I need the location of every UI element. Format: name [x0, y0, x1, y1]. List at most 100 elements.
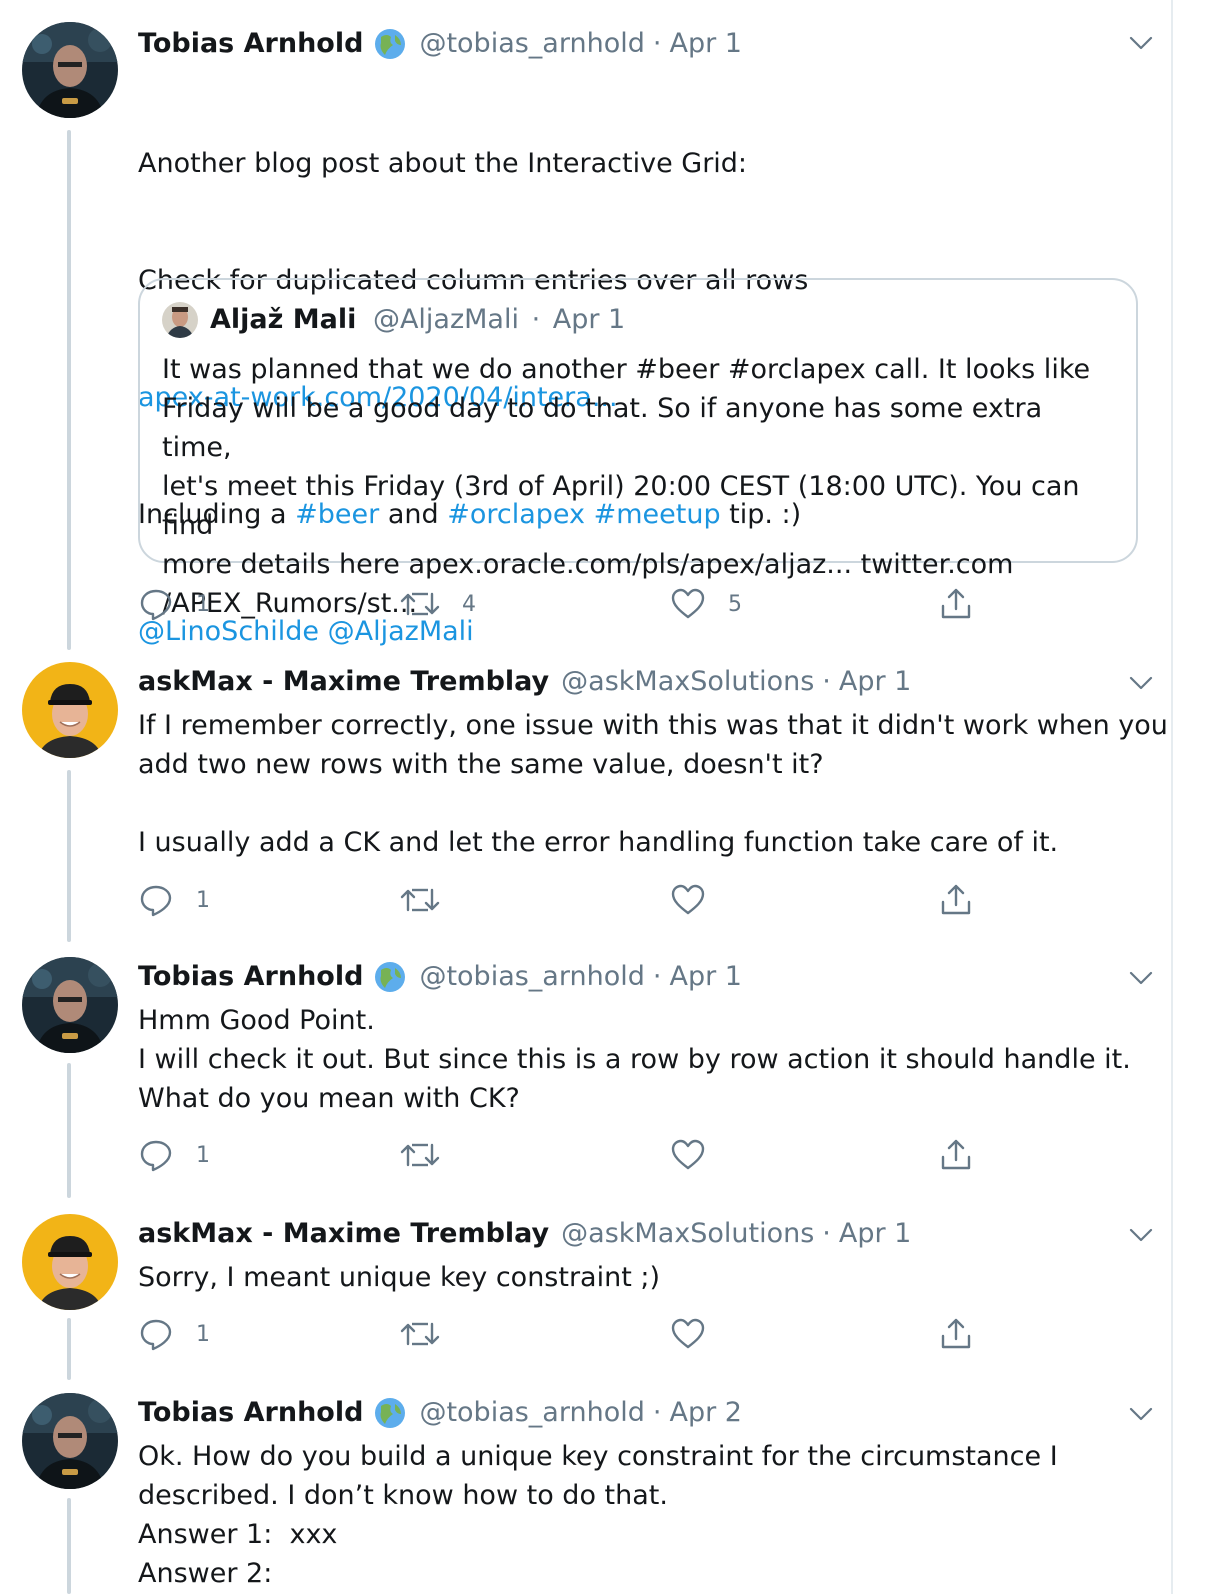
display-name[interactable]: askMax - Maxime Tremblay — [138, 662, 549, 702]
avatar[interactable] — [22, 1393, 118, 1489]
tweet[interactable]: askMax - Maxime Tremblay @askMaxSolution… — [0, 1214, 1170, 1359]
user-handle[interactable]: @tobias_arnhold — [419, 1393, 644, 1433]
avatar[interactable] — [22, 1214, 118, 1310]
retweet-count: 4 — [462, 591, 476, 617]
globe-emoji-icon — [373, 27, 407, 61]
chevron-down-icon[interactable] — [1128, 965, 1154, 991]
like-button[interactable] — [670, 1135, 706, 1175]
globe-emoji-icon — [373, 960, 407, 994]
reply-count: 1 — [196, 1321, 210, 1347]
heart-icon — [671, 588, 705, 619]
share-button[interactable] — [938, 1135, 974, 1175]
reply-icon — [140, 589, 172, 621]
avatar[interactable] — [22, 22, 118, 118]
user-handle[interactable]: @askMaxSolutions — [561, 1214, 814, 1254]
globe-emoji-icon — [373, 1396, 407, 1430]
quoted-handle: @AljazMali — [372, 304, 519, 335]
retweet-icon — [400, 592, 440, 616]
separator-dot: · — [822, 666, 831, 697]
display-name[interactable]: Tobias Arnhold — [138, 957, 363, 997]
share-icon — [941, 1318, 971, 1349]
tweet-header: askMax - Maxime Tremblay @askMaxSolution… — [138, 1214, 911, 1254]
avatar[interactable] — [22, 957, 118, 1053]
tweet-date[interactable]: Apr 1 — [669, 957, 741, 997]
tweet-text: Sorry, I meant unique key constraint ;) — [138, 1262, 661, 1293]
reply-count: 1 — [196, 1142, 210, 1168]
tweet-date[interactable]: Apr 1 — [839, 662, 911, 702]
separator-dot: · — [822, 1218, 831, 1249]
share-button[interactable] — [938, 584, 974, 624]
like-button[interactable] — [670, 1314, 706, 1354]
tweet-header: Tobias Arnhold @tobias_arnhold · Apr 2 — [138, 1393, 742, 1433]
reply-button[interactable]: 1 — [138, 880, 210, 920]
display-name[interactable]: Tobias Arnhold — [138, 1393, 363, 1433]
chevron-down-icon[interactable] — [1128, 1401, 1154, 1427]
tweet-text: Hmm Good Point. I will check it out. But… — [138, 1005, 1131, 1114]
tweet[interactable]: Tobias Arnhold @tobias_arnhold · Apr 1 A… — [0, 22, 1170, 647]
quoted-text: It was planned that we do another #beer … — [162, 354, 1091, 619]
heart-icon — [671, 1139, 705, 1170]
retweet-icon — [400, 1322, 440, 1346]
timeline-right-border — [1171, 0, 1173, 1594]
retweet-button[interactable] — [400, 1314, 440, 1354]
display-name[interactable]: askMax - Maxime Tremblay — [138, 1214, 549, 1254]
chevron-down-icon[interactable] — [1128, 30, 1154, 56]
like-button[interactable] — [670, 880, 706, 920]
separator-dot: · — [531, 304, 541, 335]
quoted-tweet[interactable]: Aljaž Mali @AljazMali · Apr 1 It was pla… — [138, 278, 1138, 619]
reply-button[interactable]: 1 — [138, 584, 210, 624]
chevron-down-icon[interactable] — [1128, 1222, 1154, 1248]
tweet-actions: 1 — [138, 1314, 998, 1354]
tweet[interactable]: Tobias Arnhold @tobias_arnhold · Apr 2 O… — [0, 1393, 1170, 1594]
text-line: Another blog post about the Interactive … — [138, 148, 748, 179]
share-button[interactable] — [938, 1314, 974, 1354]
avatar-tobias — [22, 1393, 118, 1489]
user-handle[interactable]: @tobias_arnhold — [419, 24, 644, 64]
tweet-header: askMax - Maxime Tremblay @askMaxSolution… — [138, 662, 911, 702]
chevron-down-icon[interactable] — [1128, 670, 1154, 696]
reply-button[interactable]: 1 — [138, 1135, 210, 1175]
retweet-button[interactable] — [400, 880, 440, 920]
tweet-header: Tobias Arnhold @tobias_arnhold · Apr 1 — [138, 957, 742, 997]
avatar-tobias — [22, 22, 118, 118]
tweet[interactable]: Tobias Arnhold @tobias_arnhold · Apr 1 H… — [0, 957, 1170, 1177]
reply-count: 1 — [196, 591, 210, 617]
quoted-header: Aljaž Mali @AljazMali · Apr 1 — [210, 300, 625, 340]
tweet-text: If I remember correctly, one issue with … — [138, 710, 1168, 858]
reply-count: 1 — [196, 887, 210, 913]
share-icon — [941, 1139, 971, 1170]
tweet[interactable]: askMax - Maxime Tremblay @askMaxSolution… — [0, 662, 1170, 922]
avatar-maxime — [22, 1214, 118, 1310]
like-count: 5 — [728, 591, 742, 617]
display-name[interactable]: Tobias Arnhold — [138, 24, 363, 64]
reply-icon — [140, 885, 172, 917]
retweet-button[interactable] — [400, 1135, 440, 1175]
user-handle[interactable]: @askMaxSolutions — [561, 662, 814, 702]
quoted-date: Apr 1 — [552, 304, 626, 335]
heart-icon — [671, 884, 705, 915]
share-icon — [941, 588, 971, 619]
separator-dot: · — [652, 961, 662, 992]
retweet-icon — [400, 888, 440, 912]
reply-icon — [140, 1319, 172, 1351]
reply-icon — [140, 1140, 172, 1172]
heart-icon — [671, 1318, 705, 1349]
tweet-date[interactable]: Apr 1 — [669, 24, 741, 64]
tweet-date[interactable]: Apr 2 — [669, 1393, 741, 1433]
tweet-actions: 1 — [138, 1135, 998, 1175]
avatar[interactable] — [22, 662, 118, 758]
tweet-text: Ok. How do you build a unique key constr… — [138, 1441, 1058, 1589]
quoted-avatar — [162, 302, 198, 338]
retweet-button[interactable]: 4 — [400, 584, 476, 624]
like-button[interactable]: 5 — [670, 584, 742, 624]
tweet-date[interactable]: Apr 1 — [839, 1214, 911, 1254]
reply-button[interactable]: 1 — [138, 1314, 210, 1354]
share-icon — [941, 884, 971, 915]
tweet-header: Tobias Arnhold @tobias_arnhold · Apr 1 — [138, 24, 742, 64]
user-handle[interactable]: @tobias_arnhold — [419, 957, 644, 997]
avatar-tobias — [22, 957, 118, 1053]
tweet-actions: 1 — [138, 880, 998, 920]
separator-dot: · — [652, 28, 662, 59]
share-button[interactable] — [938, 880, 974, 920]
tweet-actions: 1 4 5 — [138, 584, 998, 624]
